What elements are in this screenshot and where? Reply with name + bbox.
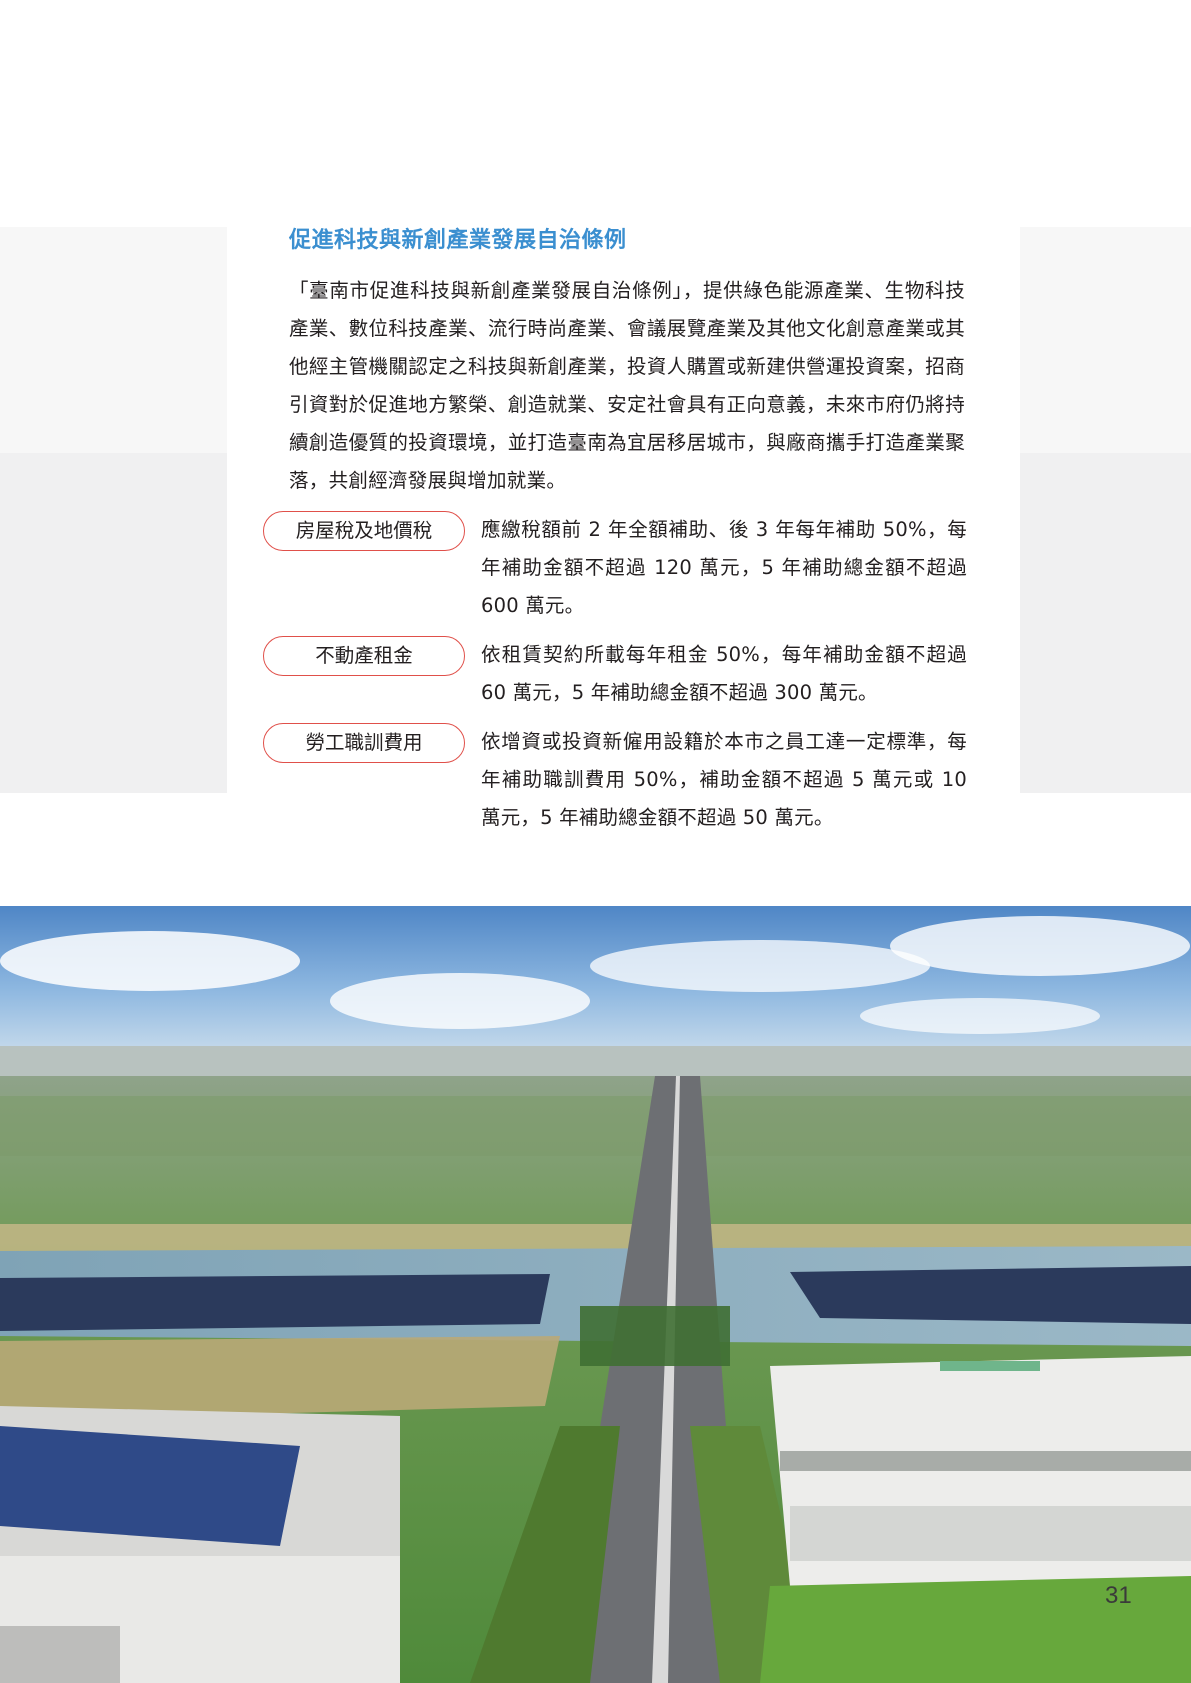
subsidy-description: 應繳稅額前 2 年全額補助、後 3 年每年補助 50%，每年補助金額不超過 12… (481, 518, 967, 617)
aerial-photo-industrial-park (0, 906, 1191, 1683)
page-number: 31 (1105, 1582, 1132, 1609)
subsidy-description: 依增資或投資新僱用設籍於本市之員工達一定標準，每年補助職訓費用 50%，補助金額… (481, 730, 967, 829)
section-title: 促進科技與新創產業發展自治條例 (289, 228, 627, 253)
subsidy-description: 依租賃契約所載每年租金 50%，每年補助金額不超過 60 萬元，5 年補助總金額… (481, 643, 967, 704)
subsidy-label-pill: 房屋稅及地價稅 (263, 511, 465, 551)
intro-paragraph: 「臺南市促進科技與新創產業發展自治條例」，提供綠色能源產業、生物科技產業、數位科… (289, 279, 965, 492)
right-band-bottom (1020, 453, 1191, 793)
subsidy-label-pill: 不動產租金 (263, 636, 465, 676)
left-band-top (0, 227, 227, 453)
right-band-top (1020, 227, 1191, 453)
left-band-bottom (0, 453, 227, 793)
subsidy-label-pill: 勞工職訓費用 (263, 723, 465, 763)
